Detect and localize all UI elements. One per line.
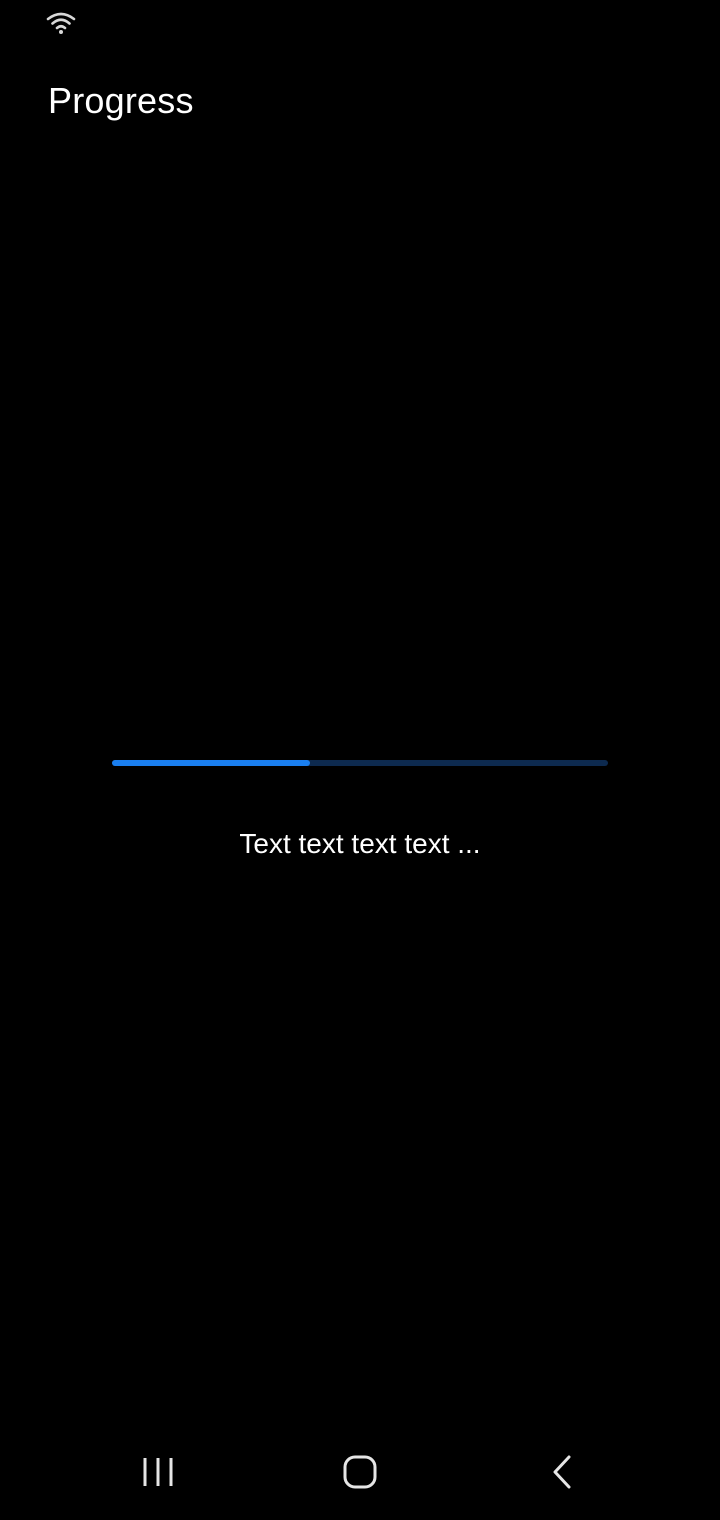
page-title: Progress [48, 80, 194, 121]
home-icon [343, 1455, 377, 1489]
progress-fill [112, 760, 311, 766]
screen: Progress Text text text text ... [0, 0, 720, 1520]
back-button[interactable] [532, 1444, 592, 1500]
progress-bar [112, 760, 608, 766]
status-bar [0, 0, 720, 48]
progress-text: Text text text text ... [239, 828, 481, 859]
home-button[interactable] [330, 1444, 390, 1500]
recents-button[interactable] [128, 1444, 188, 1500]
back-icon [553, 1455, 571, 1489]
recents-icon [143, 1458, 173, 1486]
navigation-bar [0, 1424, 720, 1520]
wifi-icon [46, 12, 76, 34]
